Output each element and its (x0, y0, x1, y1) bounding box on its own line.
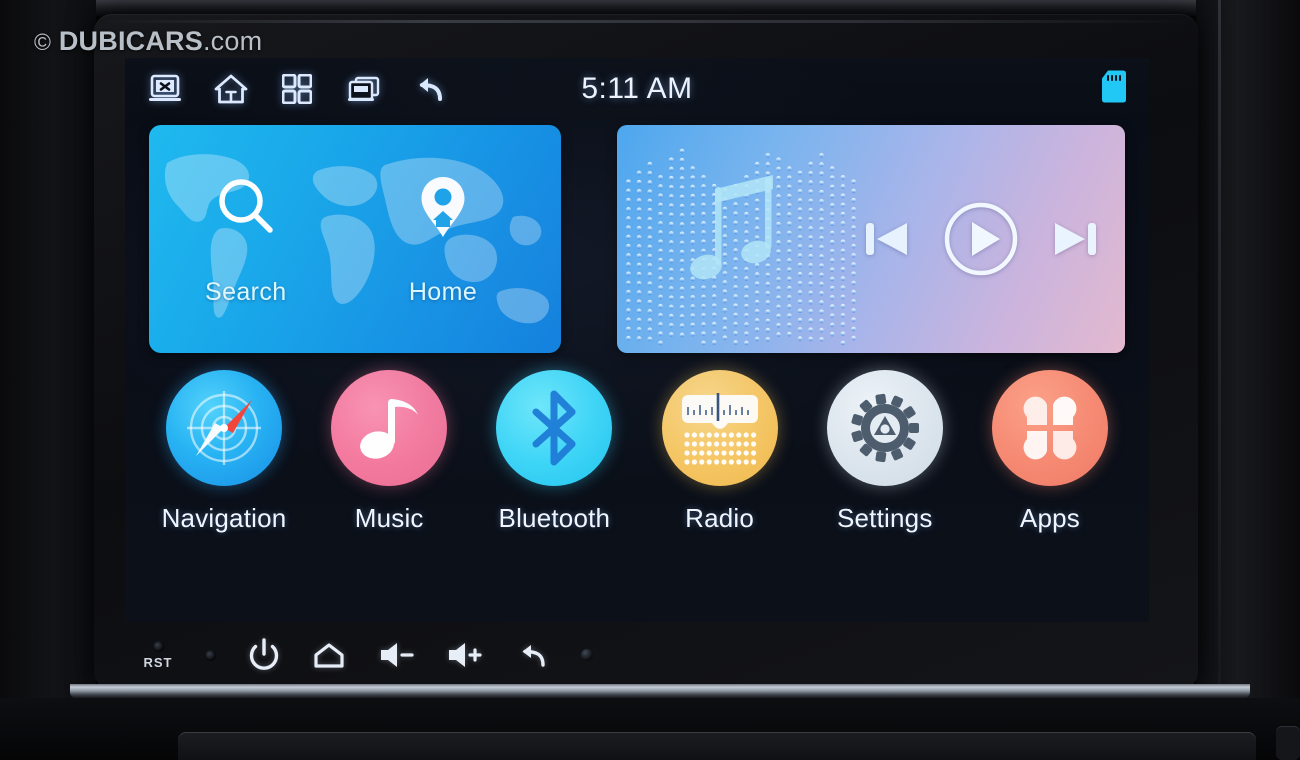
app-grid: Navigation Music Bluetooth Radio Setting… (125, 370, 1149, 570)
app-music[interactable]: Music (314, 370, 464, 570)
play-button[interactable] (941, 199, 1021, 279)
hardware-key-row: RST (125, 626, 1149, 684)
sd-card-icon[interactable] (1101, 70, 1127, 109)
recents-icon[interactable] (343, 69, 383, 109)
app-bluetooth-label: Bluetooth (498, 503, 611, 533)
indicator-led (187, 632, 233, 678)
app-navigation[interactable]: Navigation (149, 370, 299, 570)
home-tile[interactable]: Home (407, 171, 479, 307)
status-bar-right-group (1101, 70, 1127, 109)
compass-icon (166, 370, 282, 486)
status-clock: 5:11 AM (581, 72, 693, 105)
app-apps[interactable]: Apps (975, 370, 1125, 570)
app-radio-label: Radio (685, 503, 755, 533)
app-radio[interactable]: Radio (645, 370, 795, 570)
back-key[interactable] (499, 630, 567, 680)
volume-down-icon (381, 643, 414, 667)
bezel-highlight (100, 20, 1192, 23)
status-bar: 5:11 AM (125, 58, 1149, 120)
lower-panel-button (1276, 726, 1300, 760)
volume-up-key[interactable] (431, 630, 499, 680)
microphone (567, 635, 607, 675)
bluetooth-icon (496, 370, 613, 486)
status-bar-icon-group (145, 69, 449, 109)
power-key[interactable] (233, 630, 295, 680)
app-settings-label: Settings (836, 503, 933, 533)
app-navigation-label: Navigation (161, 503, 287, 533)
home-key[interactable] (295, 630, 363, 680)
lower-panel-slot (178, 732, 1256, 760)
navigation-widget[interactable]: Search Home (149, 125, 561, 353)
led-icon (204, 649, 216, 661)
music-note-icon (331, 370, 448, 486)
reset-label: RST (143, 654, 173, 670)
home-tile-label: Home (408, 278, 478, 306)
pinhole-icon (152, 640, 164, 652)
chrome-trim-strip (70, 684, 1250, 698)
dashboard-right-surround (1196, 0, 1300, 700)
search-icon (210, 171, 282, 248)
search-tile[interactable]: Search (205, 171, 287, 307)
power-icon (249, 638, 279, 670)
watermark-tld: .com (202, 26, 263, 56)
media-controls (863, 199, 1099, 279)
app-music-label: Music (354, 503, 424, 533)
search-tile-label: Search (205, 278, 287, 306)
back-arrow-icon (522, 645, 545, 667)
screen-off-icon[interactable] (145, 69, 185, 109)
volume-down-key[interactable] (363, 630, 431, 680)
dashboard-left-surround (0, 0, 96, 700)
app-apps-label: Apps (1019, 503, 1080, 533)
map-pin-home-icon (407, 171, 479, 248)
app-settings[interactable]: Settings (810, 370, 960, 570)
watermark-brand: DUBICARS (58, 26, 203, 56)
home-icon[interactable] (211, 69, 251, 109)
mic-dot-icon (581, 649, 593, 661)
reset-pinhole[interactable]: RST (135, 632, 181, 678)
radio-icon (661, 370, 778, 486)
clover-grid-icon (991, 370, 1108, 486)
gear-icon (826, 370, 943, 486)
widget-row: Search Home (125, 120, 1149, 360)
app-bluetooth[interactable]: Bluetooth (479, 370, 629, 570)
music-widget[interactable] (617, 125, 1125, 353)
apps-grid-icon[interactable] (277, 69, 317, 109)
watermark: © DUBICARS.com (34, 26, 262, 57)
volume-up-icon (449, 643, 482, 667)
previous-track-button[interactable] (863, 214, 911, 264)
head-unit-photo: 5:11 AM Search Home Navigation Music Blu… (0, 0, 1300, 760)
watermark-copyright: © (34, 29, 52, 55)
infotainment-screen[interactable]: 5:11 AM Search Home Navigation Music Blu… (125, 58, 1149, 622)
next-track-button[interactable] (1051, 214, 1099, 264)
home-outline-icon (314, 643, 344, 668)
back-icon[interactable] (409, 69, 449, 109)
music-note-artwork (689, 169, 797, 294)
